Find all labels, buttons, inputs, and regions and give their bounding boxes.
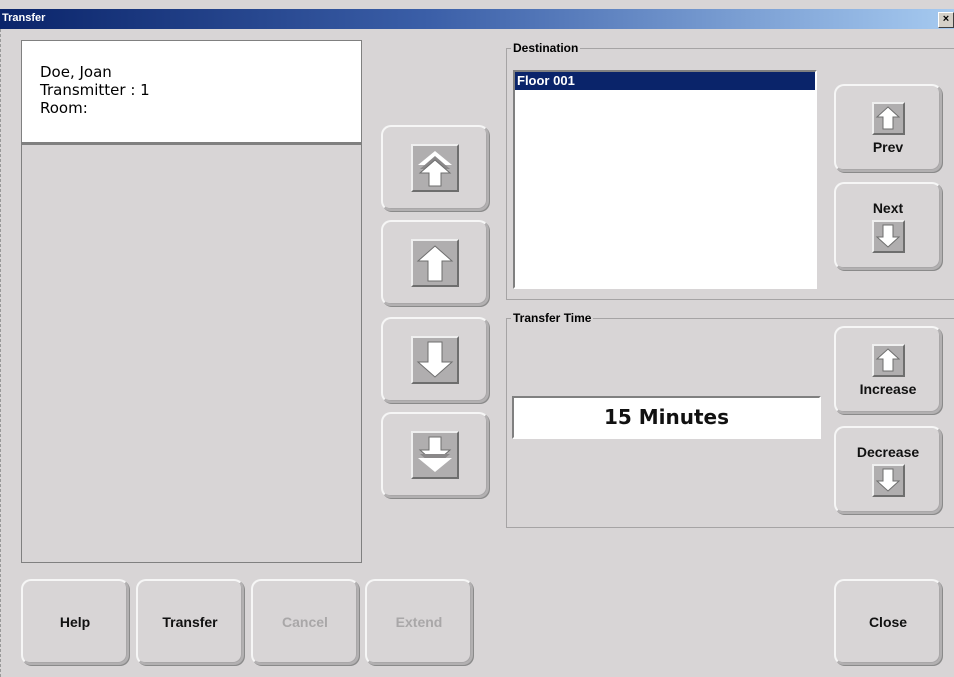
scroll-bottom-button[interactable] [381, 412, 489, 498]
window-left-edge [0, 29, 7, 677]
page-down-icon [411, 431, 459, 479]
extend-label: Extend [395, 614, 443, 630]
close-button[interactable]: Close [834, 579, 942, 665]
help-label: Help [59, 614, 91, 630]
arrow-down-icon [411, 336, 459, 384]
cancel-button[interactable]: Cancel [251, 579, 359, 665]
destination-legend: Destination [511, 41, 581, 55]
transfer-time-legend: Transfer Time [511, 311, 594, 325]
increase-label: Increase [859, 380, 917, 397]
cancel-label: Cancel [282, 614, 328, 630]
transfer-time-display: 15 Minutes [512, 396, 821, 439]
patient-transmitter: Transmitter : 1 [40, 81, 150, 99]
window-close-button[interactable]: × [938, 12, 954, 28]
page-up-icon [411, 144, 459, 192]
patient-info-panel: Doe, Joan Transmitter : 1 Room: [21, 40, 362, 143]
scroll-up-button[interactable] [381, 220, 489, 306]
help-button[interactable]: Help [21, 579, 129, 665]
decrease-label: Decrease [856, 443, 920, 460]
transfer-label: Transfer [162, 614, 218, 630]
extend-button[interactable]: Extend [365, 579, 473, 665]
arrow-up-icon [871, 343, 905, 377]
next-button[interactable]: Next [834, 182, 942, 270]
destination-list-item-selected[interactable]: Floor 001 [515, 72, 815, 90]
patient-name: Doe, Joan [40, 63, 112, 81]
arrow-up-icon [411, 239, 459, 287]
next-label: Next [872, 199, 904, 216]
patient-list-area[interactable] [21, 143, 362, 563]
increase-button[interactable]: Increase [834, 326, 942, 414]
decrease-button[interactable]: Decrease [834, 426, 942, 514]
window-title: Transfer [2, 12, 46, 24]
patient-room: Room: [40, 99, 88, 117]
transfer-button[interactable]: Transfer [136, 579, 244, 665]
title-bar[interactable]: Transfer × [0, 9, 954, 29]
prev-label: Prev [872, 138, 904, 155]
destination-list[interactable]: Floor 001 [513, 70, 817, 289]
prev-button[interactable]: Prev [834, 84, 942, 172]
scroll-top-button[interactable] [381, 125, 489, 211]
arrow-down-icon [871, 219, 905, 253]
scroll-down-button[interactable] [381, 317, 489, 403]
close-label: Close [868, 614, 908, 630]
arrow-up-icon [871, 101, 905, 135]
arrow-down-icon [871, 463, 905, 497]
